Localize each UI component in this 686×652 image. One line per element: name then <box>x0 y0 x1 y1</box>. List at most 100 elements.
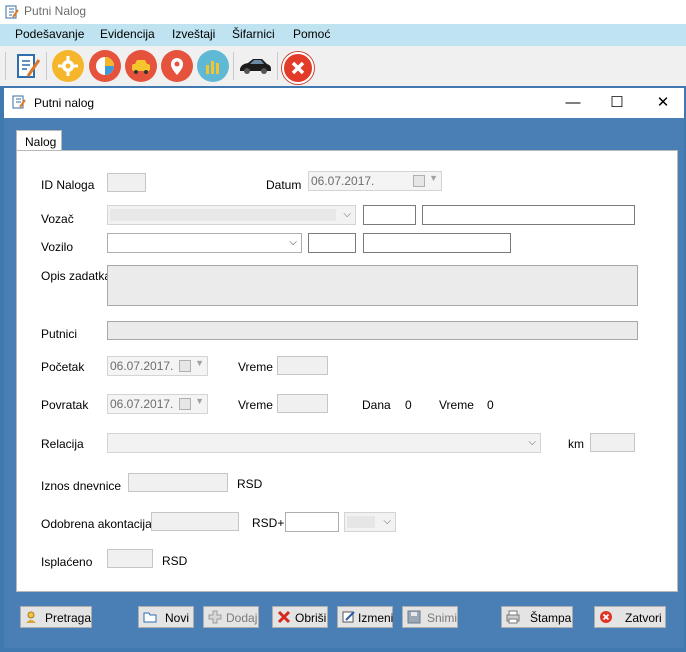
tab-nalog-label: Nalog <box>25 135 57 149</box>
id-label: ID Naloga <box>41 178 95 192</box>
km-label: km <box>568 437 584 451</box>
vreme-total-value: 0 <box>487 398 494 412</box>
iznos-label: Iznos dnevnice <box>41 479 122 493</box>
settings-icon[interactable] <box>52 50 84 82</box>
printer-icon <box>506 610 520 624</box>
delete-icon <box>277 610 291 624</box>
toolbar <box>0 46 686 86</box>
tab-nalog[interactable]: Nalog <box>16 130 62 152</box>
pocetak-vreme-field[interactable] <box>277 356 328 375</box>
tab-page: ID Naloga Datum 06.07.2017. ▼ Vozač ⌵ Vo… <box>16 150 678 592</box>
calendar-icon <box>413 175 425 187</box>
putnici-field[interactable] <box>107 321 638 340</box>
pretraga-button[interactable]: Pretraga <box>20 606 92 628</box>
app-icon <box>5 5 19 19</box>
povratak-vreme-label: Vreme <box>238 398 273 412</box>
nalog-small-icon <box>12 95 26 109</box>
opis-label: Opis zadatka <box>41 269 112 283</box>
iznos-field[interactable] <box>128 473 228 492</box>
isplaceno-currency: RSD <box>162 554 188 568</box>
chart-icon[interactable] <box>89 50 121 82</box>
isplaceno-label: Isplaćeno <box>41 555 93 569</box>
minimize-button[interactable]: — <box>561 92 585 114</box>
dropdown-arrow-icon: ▼ <box>195 358 204 368</box>
vozac-value <box>110 209 336 221</box>
plus-icon <box>208 610 222 624</box>
km-field[interactable] <box>590 433 635 452</box>
search-user-icon <box>26 611 36 623</box>
vehicle-icon[interactable] <box>238 56 272 76</box>
menu-evidencija[interactable]: Evidencija <box>100 27 155 41</box>
dodaj-button[interactable]: Dodaj <box>203 606 259 628</box>
izmeni-button[interactable]: Izmeni <box>337 606 393 628</box>
calendar-icon <box>179 360 191 372</box>
menu-pomoc[interactable]: Pomoć <box>293 27 330 41</box>
location-icon[interactable] <box>161 50 193 82</box>
dropdown-arrow-icon: ▼ <box>429 173 438 183</box>
relacija-select[interactable]: ⌵ <box>107 433 541 453</box>
app-title: Putni Nalog <box>24 4 87 18</box>
close-button[interactable]: ✕ <box>651 92 675 114</box>
calendar-icon <box>179 398 191 410</box>
zatvori-button[interactable]: Zatvori <box>594 606 666 628</box>
stampa-button[interactable]: Štampa <box>501 606 573 628</box>
relacija-label: Relacija <box>41 437 84 451</box>
edit-icon <box>342 611 355 623</box>
obrisi-button[interactable]: Obriši <box>272 606 328 628</box>
povratak-value: 06.07.2017. <box>110 397 174 411</box>
dropdown-arrow-icon: ▼ <box>195 396 204 406</box>
iznos-currency: RSD <box>237 477 263 491</box>
isplaceno-field[interactable] <box>107 549 153 568</box>
menu-sifarnici[interactable]: Šifarnici <box>232 27 275 41</box>
chevron-down-icon: ⌵ <box>383 516 391 527</box>
chevron-down-icon: ⌵ <box>289 237 297 248</box>
child-title: Putni nalog <box>34 96 95 110</box>
vozac-code-field[interactable] <box>363 205 416 225</box>
pocetak-picker[interactable]: 06.07.2017. ▼ <box>107 356 208 376</box>
novi-button[interactable]: Novi <box>138 606 194 628</box>
toolbar-separator <box>5 52 6 80</box>
vreme-total-label: Vreme <box>439 398 474 412</box>
menu-izvestaji[interactable]: Izveštaji <box>172 27 215 41</box>
toolbar-separator <box>277 52 278 80</box>
toolbar-separator <box>233 52 234 80</box>
child-titlebar: Putni nalog — ☐ ✕ <box>4 88 684 118</box>
datum-picker[interactable]: 06.07.2017. ▼ <box>308 171 442 191</box>
child-window: Putni nalog — ☐ ✕ Nalog ID Naloga Datum … <box>4 88 684 648</box>
nalog-icon[interactable] <box>14 52 42 80</box>
vozilo-select[interactable]: ⌵ <box>107 233 302 253</box>
akontacija-label: Odobrena akontacija <box>41 517 152 531</box>
toolbar-separator <box>46 52 47 80</box>
pocetak-label: Početak <box>41 360 85 374</box>
chevron-down-icon: ⌵ <box>528 437 536 448</box>
vozilo-name-field[interactable] <box>363 233 511 253</box>
dana-value: 0 <box>405 398 412 412</box>
folder-icon <box>143 612 157 623</box>
menu-podesavanje[interactable]: Podešavanje <box>15 27 84 41</box>
currency-value <box>347 516 375 528</box>
vozac-select[interactable]: ⌵ <box>107 205 356 225</box>
save-icon <box>407 610 421 624</box>
pocetak-value: 06.07.2017. <box>110 359 174 373</box>
chevron-down-icon: ⌵ <box>343 209 351 220</box>
vozilo-code-field[interactable] <box>308 233 356 253</box>
currency-select[interactable]: ⌵ <box>344 512 396 532</box>
car-icon[interactable] <box>125 50 157 82</box>
akontacija-field[interactable] <box>151 512 239 531</box>
maximize-button[interactable]: ☐ <box>605 92 629 114</box>
exit-icon[interactable] <box>282 52 314 84</box>
id-field <box>107 173 146 192</box>
putnici-label: Putnici <box>41 327 78 341</box>
datum-value: 06.07.2017. <box>311 174 375 188</box>
close-icon <box>600 611 612 623</box>
opis-field[interactable] <box>107 265 638 306</box>
pocetak-vreme-label: Vreme <box>238 360 273 374</box>
akontacija-extra-field[interactable] <box>285 512 339 532</box>
povratak-picker[interactable]: 06.07.2017. ▼ <box>107 394 208 414</box>
report-icon[interactable] <box>197 50 229 82</box>
vozac-name-field[interactable] <box>422 205 635 225</box>
vozac-label: Vozač <box>41 212 74 226</box>
povratak-vreme-field[interactable] <box>277 394 328 413</box>
menubar: Podešavanje Evidencija Izveštaji Šifarni… <box>0 24 686 46</box>
snimi-button[interactable]: Snimi <box>402 606 458 628</box>
